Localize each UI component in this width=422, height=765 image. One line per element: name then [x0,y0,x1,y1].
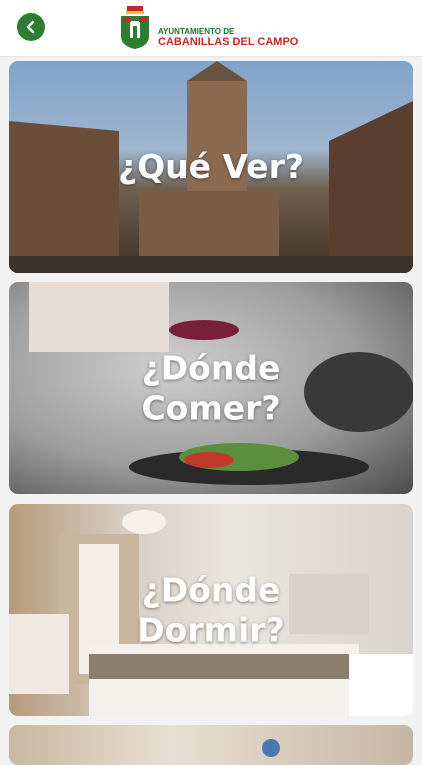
logo-title-line2: CABANILLAS DEL CAMPO [158,36,299,48]
logo-title-line1: AYUNTAMIENTO DE [158,27,235,36]
coat-of-arms-icon [121,6,149,49]
donde-comer-card[interactable]: ¿Dónde Comer? [9,282,413,494]
que-ver-card[interactable]: ¿Qué Ver? [9,61,413,273]
donde-comer-label: ¿Dónde Comer? [141,348,281,427]
donde-dormir-card[interactable]: ¿Dónde Dormir? [9,504,413,716]
town-hall-logo: AYUNTAMIENTO DE CABANILLAS DEL CAMPO [118,4,308,52]
scroll-up-button[interactable] [262,739,280,757]
next-category-card[interactable] [9,725,413,765]
donde-dormir-label: ¿Dónde Dormir? [137,570,285,649]
chevron-left-icon [26,20,35,34]
app-header: AYUNTAMIENTO DE CABANILLAS DEL CAMPO [0,0,422,57]
que-ver-label: ¿Qué Ver? [117,147,305,187]
back-button[interactable] [17,13,45,41]
